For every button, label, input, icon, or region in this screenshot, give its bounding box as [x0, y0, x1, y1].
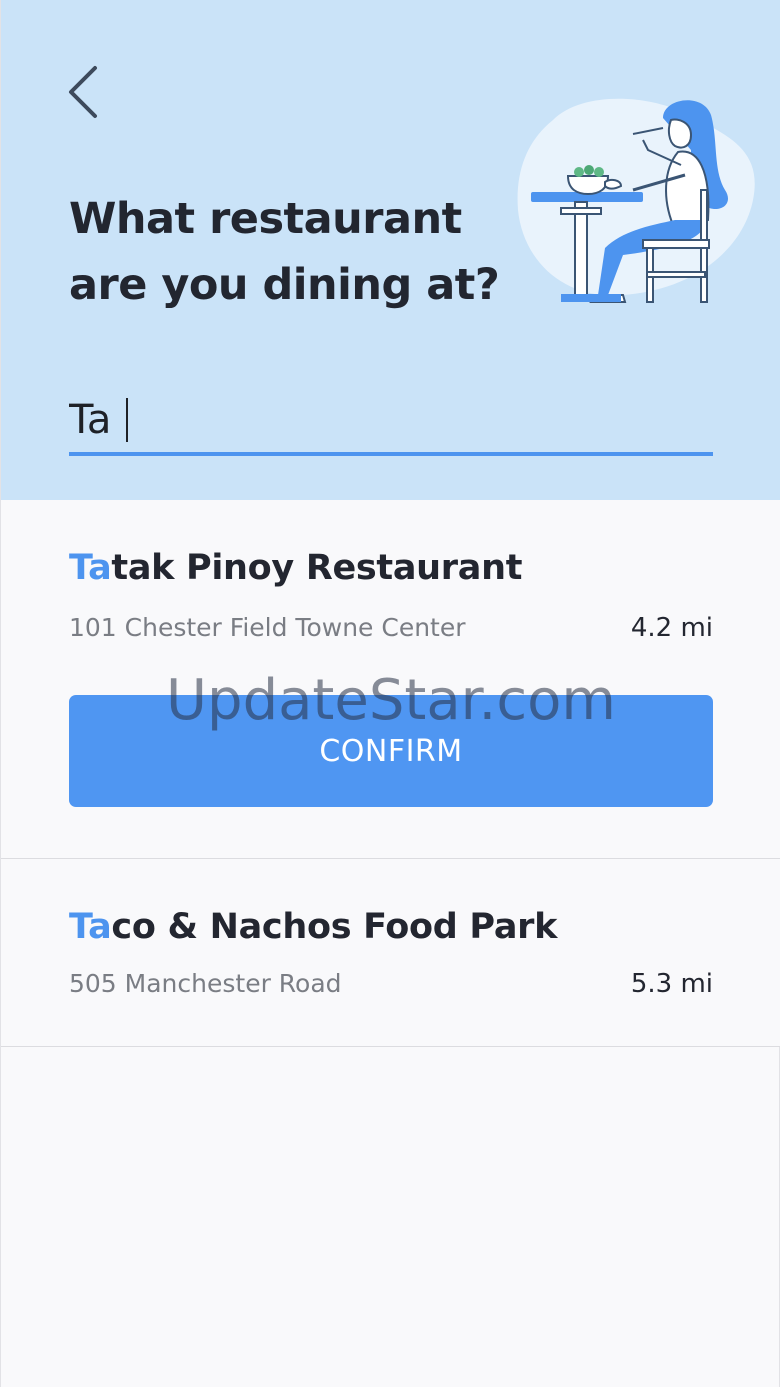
result-distance: 5.3 mi: [630, 969, 713, 999]
title-line-2: are you dining at?: [69, 260, 500, 310]
search-input[interactable]: [69, 392, 713, 448]
result-name: Taco & Nachos Food Park: [69, 907, 557, 947]
result-name: Tatak Pinoy Restaurant: [69, 548, 522, 588]
result-item[interactable]: Taco & Nachos Food Park 505 Manchester R…: [1, 859, 780, 1047]
header: What restaurant are you dining at?: [1, 0, 780, 500]
chevron-left-icon: [69, 66, 97, 118]
result-name-match: Ta: [69, 548, 112, 588]
result-address: 505 Manchester Road: [69, 969, 342, 998]
result-name-rest: co & Nachos Food Park: [111, 907, 558, 947]
title-line-1: What restaurant: [69, 194, 462, 244]
back-button[interactable]: [63, 62, 107, 122]
result-item[interactable]: Tatak Pinoy Restaurant 101 Chester Field…: [1, 500, 780, 859]
result-name-match: Ta: [69, 907, 112, 947]
result-address: 101 Chester Field Towne Center: [69, 613, 466, 642]
restaurant-search-screen: What restaurant are you dining at? Ta Ta…: [0, 0, 780, 1387]
search-field[interactable]: [69, 388, 713, 456]
result-name-rest: tak Pinoy Restaurant: [111, 548, 523, 588]
confirm-button[interactable]: CONFIRM: [69, 695, 713, 807]
result-distance: 4.2 mi: [630, 613, 713, 643]
woman-eating-at-table-illustration: [517, 98, 755, 303]
page-title: What restaurant are you dining at?: [69, 186, 539, 318]
text-caret: [126, 398, 128, 442]
